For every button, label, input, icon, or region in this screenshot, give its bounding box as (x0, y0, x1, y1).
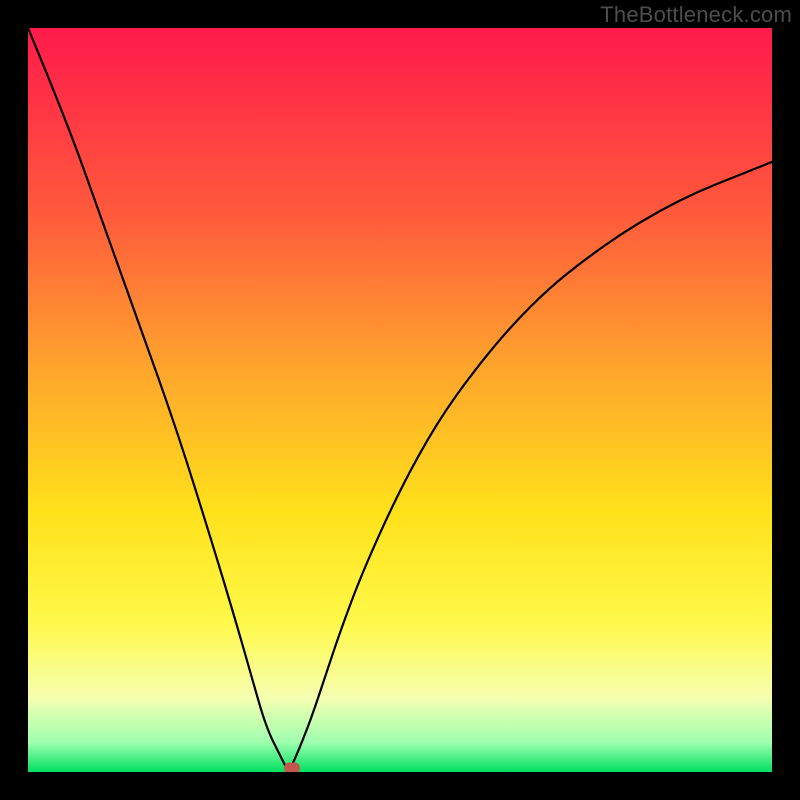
attribution-text: TheBottleneck.com (600, 2, 792, 28)
curve-layer (28, 28, 772, 772)
bottleneck-curve (28, 28, 772, 768)
optimum-marker (284, 763, 300, 772)
plot-area (28, 28, 772, 772)
